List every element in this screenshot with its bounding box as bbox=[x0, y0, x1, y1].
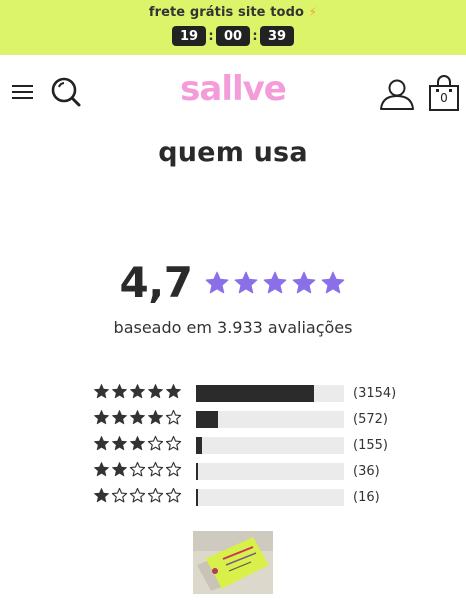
empty-star-icon bbox=[147, 487, 164, 503]
promo-label: frete grátis site todo bbox=[148, 5, 305, 20]
rating-bar-fill bbox=[196, 411, 218, 428]
star-rating-icons bbox=[93, 409, 182, 426]
empty-star-icon bbox=[147, 461, 164, 477]
filled-star-icon bbox=[112, 410, 127, 425]
average-rating-stars bbox=[204, 270, 346, 296]
filled-star-icon bbox=[130, 436, 145, 451]
rating-bar-track bbox=[196, 385, 344, 402]
rating-count: (36) bbox=[353, 464, 380, 479]
empty-star-icon bbox=[129, 461, 146, 477]
countdown-hours: 19 bbox=[172, 26, 206, 46]
countdown-separator: : bbox=[252, 28, 258, 44]
filled-star-icon bbox=[94, 488, 109, 503]
rating-bar-track bbox=[196, 437, 344, 454]
countdown-timer: 19 : 00 : 39 bbox=[0, 26, 466, 46]
rating-bar-track bbox=[196, 489, 344, 506]
empty-star-icon bbox=[111, 487, 128, 503]
promo-banner: frete grátis site todo ⚡ 19 : 00 : 39 bbox=[0, 0, 466, 55]
user-icon[interactable] bbox=[379, 77, 415, 111]
empty-star-icon bbox=[165, 435, 182, 451]
countdown-seconds: 39 bbox=[260, 26, 294, 46]
filled-star-icon bbox=[94, 462, 109, 477]
empty-star-icon bbox=[165, 487, 182, 503]
filled-star-icon bbox=[94, 410, 109, 425]
section-title: quem usa bbox=[158, 137, 308, 168]
star-icon bbox=[322, 271, 345, 293]
rating-summary: 4,7 bbox=[0, 258, 466, 307]
rating-bar-fill bbox=[196, 463, 198, 480]
cart-count: 0 bbox=[440, 91, 448, 105]
star-icon bbox=[235, 271, 258, 293]
empty-star-icon bbox=[129, 487, 146, 503]
rating-count: (16) bbox=[353, 490, 380, 505]
rating-bar-track bbox=[196, 463, 344, 480]
filled-star-icon bbox=[112, 462, 127, 477]
empty-star-icon bbox=[165, 409, 182, 425]
star-icon bbox=[264, 271, 287, 293]
star-icon bbox=[293, 271, 316, 293]
rating-count: (572) bbox=[353, 412, 388, 427]
filled-star-icon bbox=[94, 436, 109, 451]
promo-text: frete grátis site todo ⚡ bbox=[0, 5, 466, 20]
site-header: sallve 0 bbox=[0, 55, 466, 130]
filled-star-icon bbox=[148, 384, 163, 399]
rating-bar-fill bbox=[196, 385, 314, 402]
rating-filter-4-stars[interactable]: (572) bbox=[93, 409, 403, 435]
review-photo-thumbnail[interactable] bbox=[193, 531, 273, 594]
rating-bar-track bbox=[196, 411, 344, 428]
rating-filter-2-stars[interactable]: (36) bbox=[93, 461, 403, 487]
rating-filter-3-stars[interactable]: (155) bbox=[93, 435, 403, 461]
empty-star-icon bbox=[165, 461, 182, 477]
lightning-icon: ⚡ bbox=[308, 5, 318, 19]
rating-bar-fill bbox=[196, 489, 198, 506]
rating-count: (3154) bbox=[353, 386, 397, 401]
star-rating-icons bbox=[93, 383, 182, 400]
filled-star-icon bbox=[112, 384, 127, 399]
rating-distribution: (3154) (572) (155) (36) (16) bbox=[93, 383, 403, 513]
filled-star-icon bbox=[130, 410, 145, 425]
filled-star-icon bbox=[130, 384, 145, 399]
star-rating-icons bbox=[93, 435, 182, 452]
filled-star-icon bbox=[94, 384, 109, 399]
rating-filter-5-stars[interactable]: (3154) bbox=[93, 383, 403, 409]
star-icon bbox=[206, 271, 229, 293]
filled-star-icon bbox=[148, 410, 163, 425]
rating-count: (155) bbox=[353, 438, 388, 453]
filled-star-icon bbox=[112, 436, 127, 451]
rating-filter-1-stars[interactable]: (16) bbox=[93, 487, 403, 513]
star-rating-icons bbox=[93, 487, 182, 504]
average-rating: 4,7 bbox=[119, 258, 193, 307]
filled-star-icon bbox=[166, 384, 181, 399]
rating-bar-fill bbox=[196, 437, 202, 454]
countdown-minutes: 00 bbox=[216, 26, 250, 46]
countdown-separator: : bbox=[208, 28, 214, 44]
empty-star-icon bbox=[147, 435, 164, 451]
rating-caption: baseado em 3.933 avaliações bbox=[113, 318, 353, 337]
star-rating-icons bbox=[93, 461, 182, 478]
